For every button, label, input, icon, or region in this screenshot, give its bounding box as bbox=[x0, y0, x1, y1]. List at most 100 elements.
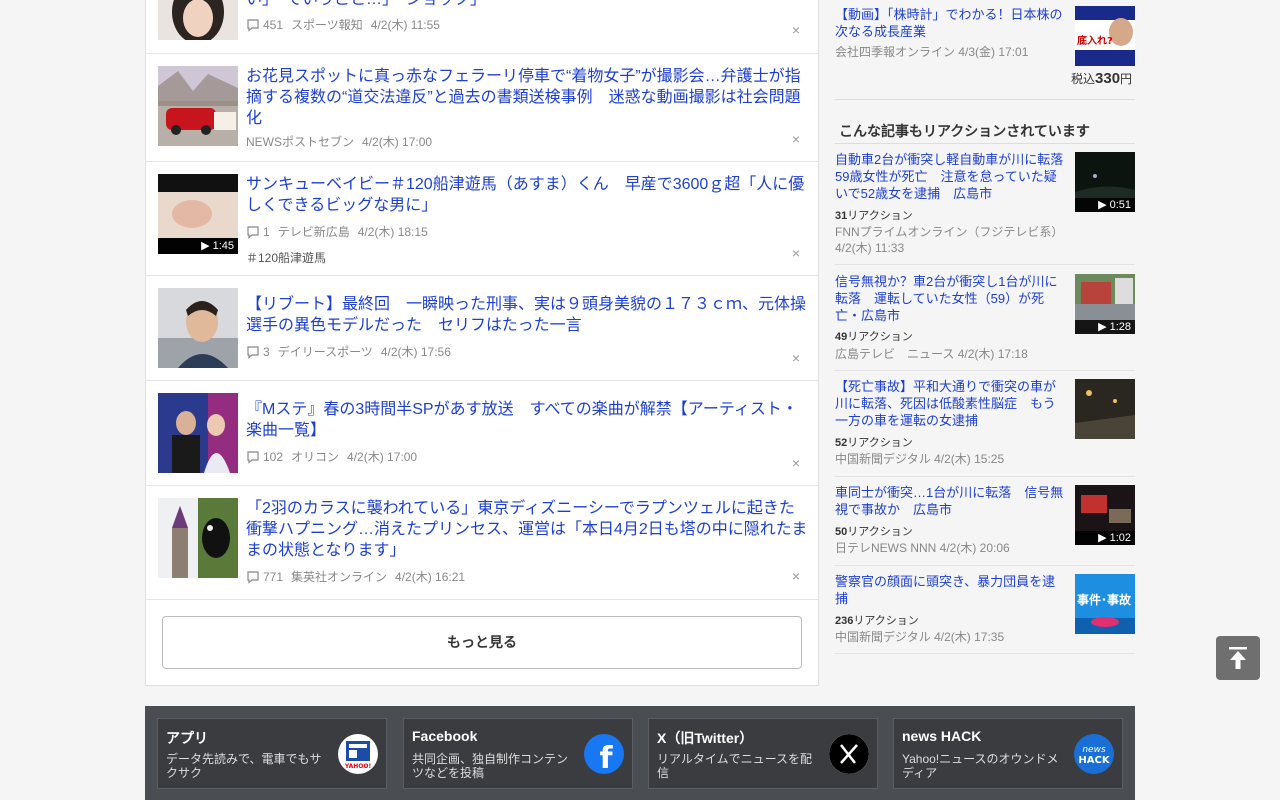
thumb-label: 事件･事故 bbox=[1077, 592, 1132, 607]
article-title[interactable]: 『Mステ』春の3時間半SPがあす放送 すべての楽曲が解禁【アーティスト・楽曲一覧… bbox=[246, 399, 808, 441]
related-thumbnail[interactable] bbox=[1075, 379, 1135, 439]
show-more-button[interactable]: もっと見る bbox=[162, 616, 802, 669]
related-title[interactable]: 車同士が衝突…1台が川に転落 信号無視で事故か 広島市 bbox=[835, 484, 1067, 518]
article-date: 4/2(木) 11:55 bbox=[370, 18, 440, 32]
reaction-label: リアクション bbox=[853, 615, 919, 627]
comment-count[interactable]: 102 bbox=[246, 449, 283, 465]
related-source: 広島テレビ ニュース 4/2(木) 17:18 bbox=[835, 347, 1028, 361]
related-title[interactable]: 警察官の顔面に頭突き、暴力団員を逮捕 bbox=[835, 573, 1067, 607]
article-title[interactable]: お花見スポットに真っ赤なフェラーリ停車で“着物女子”が撮影会…弁護士が指摘する複… bbox=[246, 66, 808, 129]
article-title[interactable]: い」 でいうこと…」 ジョック」 bbox=[246, 0, 808, 10]
news-hack-icon: news HACK bbox=[1074, 734, 1114, 774]
related-title[interactable]: 【死亡事故】平和大通りで衝突の車が川に転落、死因は低酸素性脳症 もう一方の車を運… bbox=[835, 378, 1067, 429]
close-icon[interactable]: × bbox=[788, 131, 804, 147]
article-title[interactable]: サンキューベイビー＃120船津遊馬（あすま）くん 早産で3600ｇ超「人に優しく… bbox=[246, 174, 808, 216]
reaction-label: リアクション bbox=[847, 437, 913, 449]
footer-card-x[interactable]: X（旧Twitter） リアルタイムでニュースを配信 𝕏 bbox=[648, 718, 878, 789]
related-title[interactable]: 自動車2台が衝突し軽自動車が川に転落 59歳女性が死亡 注意を怠っていた疑いで5… bbox=[835, 151, 1076, 202]
promo-source: 会社四季報オンライン 4/3(金) 17:01 bbox=[835, 45, 1029, 59]
promo-price: 税込330円 bbox=[1071, 70, 1132, 87]
reaction-label: リアクション bbox=[847, 210, 913, 222]
related-source: 中国新聞デジタル 4/2(木) 15:25 bbox=[835, 452, 1005, 466]
article-thumbnail[interactable] bbox=[158, 498, 238, 578]
footer-card-app[interactable]: アプリ データ先読みで、電車でもサクサク YAHOO! bbox=[157, 718, 387, 789]
article-meta: 3 デイリースポーツ 4/2(木) 17:56 bbox=[246, 344, 451, 360]
related-item[interactable]: 車同士が衝突…1台が川に転落 信号無視で事故か 広島市 50リアクション 日テレ… bbox=[835, 477, 1135, 566]
list-item[interactable]: お花見スポットに真っ赤なフェラーリ停車で“着物女子”が撮影会…弁護士が指摘する複… bbox=[146, 54, 818, 162]
article-date: 4/2(木) 17:00 bbox=[347, 450, 418, 464]
close-icon[interactable]: × bbox=[788, 22, 804, 38]
yahoo-app-icon: YAHOO! bbox=[338, 734, 378, 774]
comment-icon bbox=[247, 226, 259, 239]
back-to-top-button[interactable] bbox=[1216, 636, 1260, 680]
list-item[interactable]: 「2羽のカラスに襲われている」東京ディズニーシーでラプンツェルに起きた衝撃ハプニ… bbox=[146, 486, 818, 600]
related-thumbnail[interactable]: ▶ 0:51 bbox=[1075, 152, 1135, 212]
related-item[interactable]: 信号無視か？車2台が衝突し1台が川に転落 運転していた女性（59）が死亡・広島市… bbox=[835, 265, 1135, 371]
article-thumbnail[interactable] bbox=[158, 288, 238, 368]
article-thumbnail[interactable] bbox=[158, 66, 238, 146]
facebook-icon-glyph: f bbox=[599, 741, 613, 774]
related-source: 中国新聞デジタル 4/2(木) 17:35 bbox=[835, 630, 1005, 644]
divider bbox=[835, 99, 1135, 100]
list-item[interactable]: ▶ 1:45 サンキューベイビー＃120船津遊馬（あすま）くん 早産で3600ｇ… bbox=[146, 162, 818, 276]
close-icon[interactable]: × bbox=[788, 455, 804, 471]
reaction-label: リアクション bbox=[847, 526, 913, 538]
comment-count[interactable]: 3 bbox=[246, 344, 270, 360]
comment-count[interactable]: 451 bbox=[246, 17, 283, 33]
topic-tag[interactable]: ＃120船津遊馬 bbox=[246, 249, 326, 266]
article-source: 集英社オンライン bbox=[291, 570, 388, 584]
video-duration: ▶ 1:02 bbox=[1075, 531, 1135, 545]
comment-count[interactable]: 1 bbox=[246, 224, 270, 240]
price-prefix: 税込 bbox=[1071, 72, 1096, 86]
related-thumbnail[interactable]: ▶ 1:28 bbox=[1075, 274, 1135, 334]
close-icon[interactable]: × bbox=[788, 568, 804, 584]
related-item[interactable]: 警察官の顔面に頭突き、暴力団員を逮捕 236リアクション 中国新聞デジタル 4/… bbox=[835, 566, 1135, 654]
article-source: NEWSポストセブン bbox=[246, 135, 355, 149]
close-icon[interactable]: × bbox=[788, 245, 804, 261]
article-title[interactable]: 【リブート】最終回 一瞬映った刑事、実は９頭身美貌の１７３ｃｍ、元体操選手の異色… bbox=[246, 294, 808, 336]
related-thumbnail[interactable]: ▶ 1:02 bbox=[1075, 485, 1135, 545]
comment-count[interactable]: 771 bbox=[246, 569, 283, 585]
reaction-value: 49 bbox=[835, 331, 848, 343]
related-thumbnail[interactable]: 事件･事故 bbox=[1075, 574, 1135, 634]
article-thumbnail[interactable]: ▶ 1:45 bbox=[158, 174, 238, 254]
article-source: オリコン bbox=[291, 450, 340, 464]
comment-icon bbox=[247, 571, 259, 584]
video-duration: ▶ 1:45 bbox=[158, 238, 238, 254]
article-source: スポーツ報知 bbox=[291, 18, 363, 32]
video-duration: ▶ 1:28 bbox=[1075, 320, 1135, 334]
comment-count-value: 102 bbox=[263, 450, 284, 464]
reaction-count: 31リアクション bbox=[835, 207, 913, 223]
footer-card-desc: Yahoo!ニュースのオウンドメディア bbox=[902, 752, 1059, 780]
article-date: 4/2(木) 17:56 bbox=[380, 345, 451, 359]
footer: アプリ データ先読みで、電車でもサクサク YAHOO! Facebook 共同企… bbox=[145, 706, 1135, 800]
promo-title[interactable]: 【動画】「株時計」でわかる！日本株の次なる成長産業 bbox=[835, 6, 1065, 40]
promo-thumbnail[interactable]: 底入れ? bbox=[1075, 6, 1135, 66]
reaction-count: 49リアクション bbox=[835, 328, 913, 344]
article-thumbnail[interactable] bbox=[158, 0, 238, 40]
close-icon[interactable]: × bbox=[788, 350, 804, 366]
comment-count-value: 771 bbox=[263, 570, 284, 584]
reaction-label: リアクション bbox=[847, 331, 913, 343]
reaction-count: 50リアクション bbox=[835, 523, 913, 539]
article-date: 4/2(木) 16:21 bbox=[395, 570, 466, 584]
related-title[interactable]: 信号無視か？車2台が衝突し1台が川に転落 運転していた女性（59）が死亡・広島市 bbox=[835, 273, 1067, 324]
promo-thumb-text: 底入れ? bbox=[1077, 34, 1113, 47]
list-item[interactable]: 『Mステ』春の3時間半SPがあす放送 すべての楽曲が解禁【アーティスト・楽曲一覧… bbox=[146, 381, 818, 486]
related-item[interactable]: 自動車2台が衝突し軽自動車が川に転落 59歳女性が死亡 注意を怠っていた疑いで5… bbox=[835, 144, 1135, 265]
footer-card-heading: アプリ bbox=[166, 730, 208, 746]
price-value: 330 bbox=[1095, 70, 1121, 87]
svg-text:HACK: HACK bbox=[1078, 755, 1110, 766]
article-source: デイリースポーツ bbox=[277, 345, 373, 359]
list-item[interactable]: 【リブート】最終回 一瞬映った刑事、実は９頭身美貌の１７３ｃｍ、元体操選手の異色… bbox=[146, 276, 818, 381]
footer-card-news-hack[interactable]: news HACK Yahoo!ニュースのオウンドメディア news HACK bbox=[893, 718, 1123, 789]
list-item[interactable]: い」 でいうこと…」 ジョック」 451 スポーツ報知 4/2(木) 11:55… bbox=[146, 0, 818, 54]
comment-icon bbox=[247, 451, 259, 464]
related-item[interactable]: 【死亡事故】平和大通りで衝突の車が川に転落、死因は低酸素性脳症 もう一方の車を運… bbox=[835, 371, 1135, 477]
footer-card-desc: データ先読みで、電車でもサクサク bbox=[166, 752, 322, 780]
reaction-value: 52 bbox=[835, 437, 848, 449]
article-title[interactable]: 「2羽のカラスに襲われている」東京ディズニーシーでラプンツェルに起きた衝撃ハプニ… bbox=[246, 498, 808, 561]
footer-card-facebook[interactable]: Facebook 共同企画、独自制作コンテンツなどを投稿 f bbox=[403, 718, 633, 789]
article-meta: 451 スポーツ報知 4/2(木) 11:55 bbox=[246, 17, 440, 33]
article-thumbnail[interactable] bbox=[158, 393, 238, 473]
